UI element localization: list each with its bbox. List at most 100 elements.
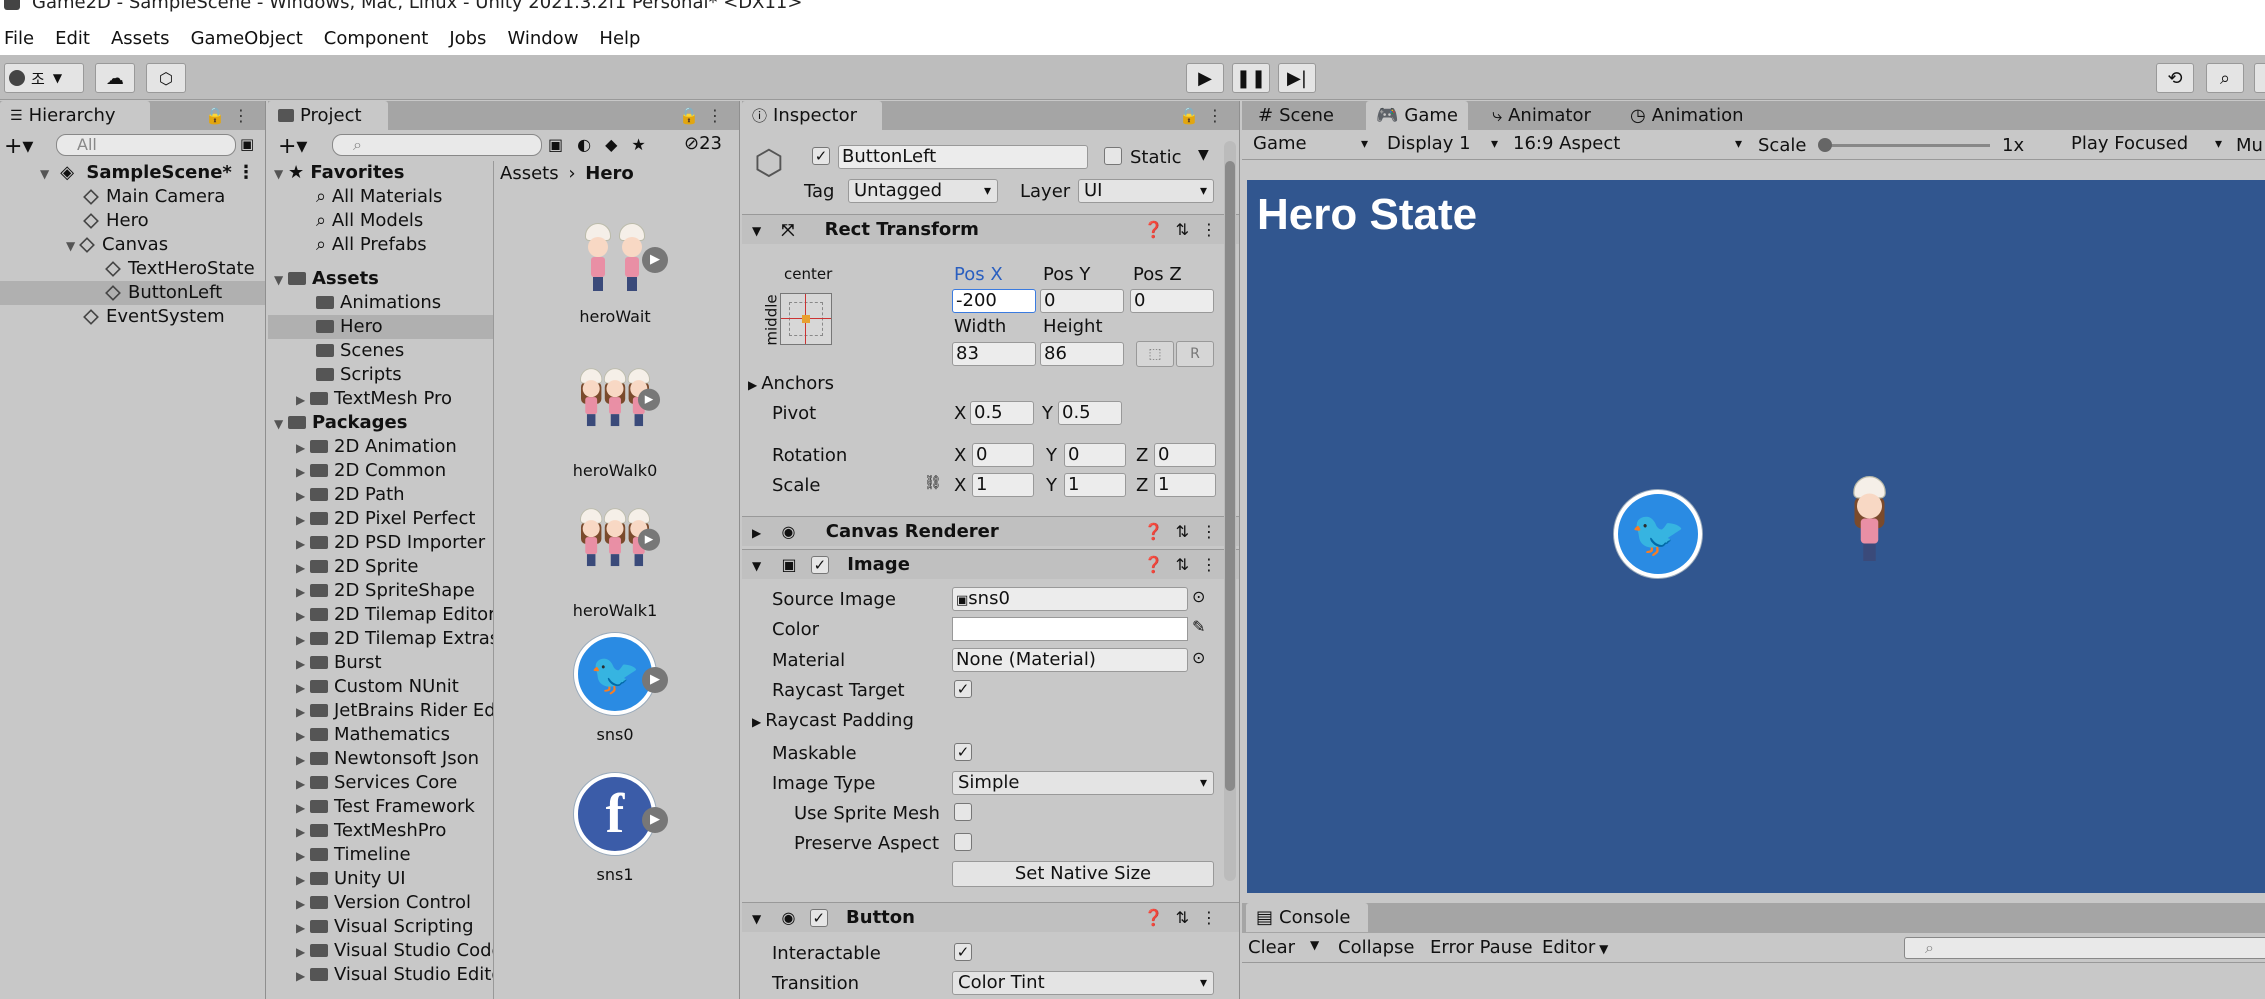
step-button[interactable]: ▶|	[1278, 63, 1316, 93]
package-item[interactable]: ▶ 2D Sprite	[268, 555, 493, 579]
pause-button[interactable]: ❚❚	[1232, 63, 1270, 93]
use-sprite-mesh-checkbox[interactable]	[954, 803, 972, 821]
cloud-button[interactable]: ☁	[95, 63, 135, 93]
tab-project[interactable]: Project	[268, 101, 388, 130]
component-menu-icons[interactable]: ❓⇅⋮	[1144, 215, 1229, 245]
play-icon[interactable]: ▶	[642, 807, 668, 833]
package-item[interactable]: ▶ Visual Scripting	[268, 915, 493, 939]
package-item[interactable]: ▶ 2D Path	[268, 483, 493, 507]
hierarchy-item-canvas[interactable]: ▼ Canvas	[0, 233, 265, 257]
game-viewport[interactable]: Hero State 🐦	[1247, 180, 2265, 893]
hierarchy-search-input[interactable]: All	[56, 134, 236, 156]
play-icon[interactable]: ▶	[637, 528, 661, 551]
favorite-item[interactable]: ⌕ All Prefabs	[268, 233, 493, 257]
play-icon[interactable]: ▶	[642, 247, 668, 273]
package-item[interactable]: ▶ Visual Studio Editor	[268, 963, 493, 987]
editor-dropdown[interactable]: Editor ▼	[1542, 937, 1608, 958]
lock-icon[interactable]: 🔒⋮	[1179, 106, 1231, 125]
account-dropdown[interactable]: 조 ▼	[4, 63, 84, 93]
play-button[interactable]: ▶	[1186, 63, 1224, 93]
breadcrumb-hero[interactable]: Hero	[585, 163, 634, 184]
folder-item[interactable]: ▶ TextMesh Pro	[268, 387, 493, 411]
button-component-header[interactable]: ▼ ◉ ✓ Button ❓⇅⋮	[742, 902, 1239, 932]
pivot-y-field[interactable]: 0.5	[1058, 401, 1122, 425]
width-field[interactable]: 83	[952, 342, 1036, 366]
transition-dropdown[interactable]: Color Tint	[952, 971, 1214, 995]
folder-item[interactable]: Animations	[268, 291, 493, 315]
constrain-proportions-icon[interactable]: ⛓	[924, 475, 942, 491]
pos-y-field[interactable]: 0	[1040, 289, 1124, 313]
button-enabled-checkbox[interactable]: ✓	[809, 909, 828, 927]
collab-button[interactable]: ⬡	[146, 63, 186, 93]
image-type-dropdown[interactable]: Simple	[952, 771, 1214, 795]
breadcrumb-assets[interactable]: Assets	[500, 163, 559, 184]
static-dropdown[interactable]: ▼	[1198, 147, 1209, 163]
set-native-size-button[interactable]: Set Native Size	[952, 861, 1214, 887]
package-item[interactable]: ▶ Timeline	[268, 843, 493, 867]
menu-file[interactable]: File	[4, 28, 34, 49]
preserve-aspect-checkbox[interactable]	[954, 833, 972, 851]
add-button[interactable]: +▾	[4, 134, 33, 159]
package-item[interactable]: ▶ Custom NUnit	[268, 675, 493, 699]
blueprint-mode-button[interactable]: ⬚	[1136, 341, 1174, 367]
eyedropper-icon[interactable]: ✎	[1192, 617, 1205, 636]
component-menu-icons[interactable]: ❓⇅⋮	[1144, 517, 1229, 547]
package-item[interactable]: ▶ Version Control	[268, 891, 493, 915]
pos-x-field[interactable]: -200	[952, 289, 1036, 313]
package-item[interactable]: ▶ 2D PSD Importer	[268, 531, 493, 555]
button-left-twitter-icon[interactable]: 🐦	[1614, 490, 1702, 578]
play-icon[interactable]: ▶	[642, 667, 668, 693]
package-item[interactable]: ▶ 2D Common	[268, 459, 493, 483]
layer-dropdown[interactable]: UI	[1078, 179, 1214, 203]
rect-transform-header[interactable]: ▼ ⤧ Rect Transform ❓⇅⋮	[742, 214, 1239, 244]
scene-root[interactable]: ▼ ◈ SampleScene* ⋮	[0, 161, 265, 185]
tag-dropdown[interactable]: Untagged	[848, 179, 998, 203]
history-button[interactable]: ⟲	[2156, 63, 2194, 93]
filter-icons[interactable]: ▣◐◆★	[548, 135, 660, 154]
search-button[interactable]: ⌕	[2206, 63, 2244, 93]
active-checkbox[interactable]: ✓	[812, 147, 830, 165]
asset-herowait[interactable]: ▶ heroWait	[545, 213, 685, 326]
asset-herowalk1[interactable]: ▶ heroWalk1	[545, 493, 685, 620]
layers-button[interactable]	[2254, 63, 2265, 93]
scale-z-field[interactable]: 1	[1154, 473, 1216, 497]
error-pause-button[interactable]: Error Pause	[1430, 937, 1533, 958]
pos-z-field[interactable]: 0	[1130, 289, 1214, 313]
package-item[interactable]: ▶ Services Core	[268, 771, 493, 795]
package-item[interactable]: ▶ 2D Animation	[268, 435, 493, 459]
package-item[interactable]: ▶ 2D Tilemap Extras	[268, 627, 493, 651]
packages-header[interactable]: ▼ Packages	[268, 411, 493, 435]
favorites-header[interactable]: ▼ ★ Favorites	[268, 161, 493, 185]
package-item[interactable]: ▶ Test Framework	[268, 795, 493, 819]
folder-item[interactable]: Scenes	[268, 339, 493, 363]
favorite-item[interactable]: ⌕ All Materials	[268, 185, 493, 209]
scale-slider[interactable]	[1818, 138, 1990, 152]
package-item[interactable]: ▶Visual Studio Code Editor	[268, 939, 493, 963]
hierarchy-item-textherostate[interactable]: TextHeroState	[0, 257, 265, 281]
interactable-checkbox[interactable]: ✓	[954, 943, 972, 961]
raycast-padding-foldout[interactable]: ▶ Raycast Padding	[752, 710, 914, 731]
hierarchy-item-hero[interactable]: Hero	[0, 209, 265, 233]
tab-game[interactable]: 🎮 Game	[1366, 101, 1469, 130]
menu-assets[interactable]: Assets	[111, 28, 170, 49]
tab-hierarchy[interactable]: ☰ Hierarchy	[0, 101, 150, 130]
menu-edit[interactable]: Edit	[55, 28, 90, 49]
rotation-y-field[interactable]: 0	[1064, 443, 1126, 467]
hierarchy-item-eventsystem[interactable]: EventSystem	[0, 305, 265, 329]
anchor-preset-button[interactable]	[780, 293, 832, 345]
package-item[interactable]: ▶ 2D Pixel Perfect	[268, 507, 493, 531]
raw-edit-button[interactable]: R	[1176, 341, 1214, 367]
play-icon[interactable]: ▶	[637, 388, 661, 411]
lock-icon[interactable]: 🔒⋮	[205, 106, 257, 125]
object-name-field[interactable]: ButtonLeft	[838, 145, 1088, 169]
favorite-item[interactable]: ⌕ All Models	[268, 209, 493, 233]
object-picker-icon[interactable]: ⊙	[1192, 587, 1205, 606]
package-item[interactable]: ▶ TextMeshPro	[268, 819, 493, 843]
height-field[interactable]: 86	[1040, 342, 1124, 366]
package-item[interactable]: ▶ Burst	[268, 651, 493, 675]
tab-animation[interactable]: ◷ Animation	[1620, 101, 1754, 130]
source-image-field[interactable]: ▣sns0	[952, 587, 1188, 611]
menu-component[interactable]: Component	[324, 28, 429, 49]
package-item[interactable]: ▶JetBrains Rider Editor	[268, 699, 493, 723]
more-icon[interactable]: ⋮	[237, 161, 255, 185]
